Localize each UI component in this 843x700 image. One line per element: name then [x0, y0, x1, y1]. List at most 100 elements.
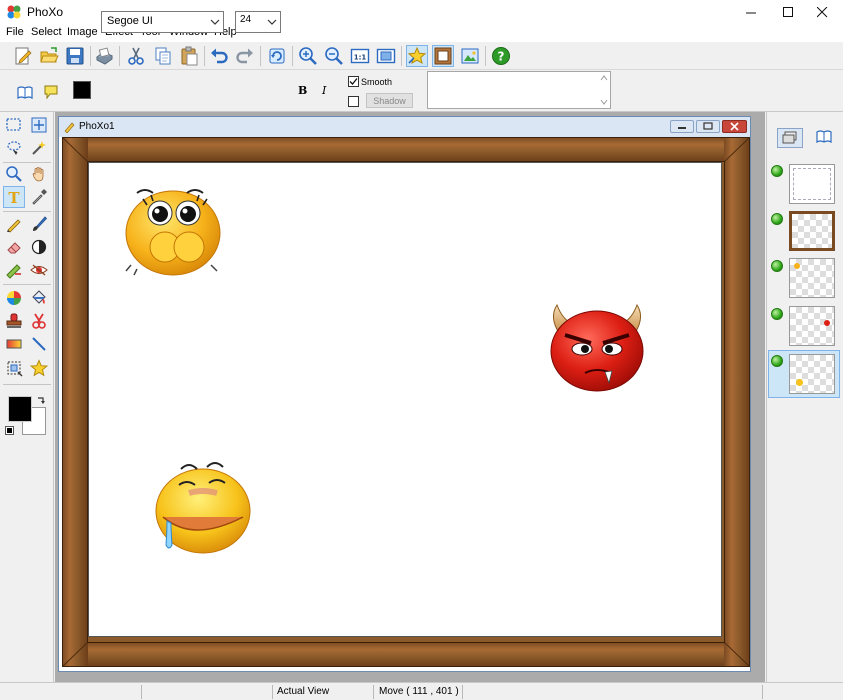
text-tool[interactable]: T: [3, 186, 25, 208]
close-button[interactable]: [802, 0, 843, 24]
shadow-checkbox[interactable]: [348, 96, 359, 107]
text-input-area[interactable]: [427, 71, 611, 109]
red-eye-tool[interactable]: [28, 259, 50, 281]
doc-restore-button[interactable]: [696, 120, 720, 133]
toolbar-separator: [401, 46, 402, 66]
font-family-value: Segoe UI: [107, 15, 153, 27]
minimize-icon: [678, 127, 686, 129]
reset-colors-icon[interactable]: [5, 426, 14, 435]
eraser-tool[interactable]: [3, 236, 25, 258]
menu-select[interactable]: Select: [31, 26, 62, 38]
font-family-select[interactable]: Segoe UI: [101, 11, 224, 33]
actual-size-button[interactable]: 1:1: [349, 45, 371, 67]
foreground-color-swatch[interactable]: [8, 396, 32, 422]
layer-visibility-toggle[interactable]: [771, 355, 783, 367]
undo-button[interactable]: [208, 45, 230, 67]
scan-button[interactable]: [93, 45, 115, 67]
move-tool[interactable]: [28, 114, 50, 136]
palette-separator: [3, 384, 51, 385]
line-tool[interactable]: [28, 333, 50, 355]
open-button[interactable]: [38, 45, 60, 67]
layer-thumbnail-background[interactable]: [789, 164, 835, 204]
paste-button[interactable]: [178, 45, 200, 67]
toolbar-separator: [485, 46, 486, 66]
layer-thumbnail-shy[interactable]: [789, 258, 835, 298]
export-button[interactable]: [459, 45, 481, 67]
cut-button[interactable]: [125, 45, 147, 67]
bold-button[interactable]: B: [298, 84, 307, 97]
layers-tab[interactable]: [777, 128, 803, 148]
layer-visibility-toggle[interactable]: [771, 260, 783, 272]
doc-close-button[interactable]: [722, 120, 747, 133]
copy-button[interactable]: [152, 45, 174, 67]
star-effect-button[interactable]: [406, 45, 428, 67]
menu-file[interactable]: File: [6, 26, 24, 38]
menu-image[interactable]: Image: [67, 26, 98, 38]
gradient-tool[interactable]: [3, 333, 25, 355]
fill-tool[interactable]: [28, 287, 50, 309]
fit-window-button[interactable]: [375, 45, 397, 67]
svg-text:T: T: [8, 189, 20, 206]
color-replace-tool[interactable]: [3, 287, 25, 309]
scroll-up-icon[interactable]: [600, 74, 608, 82]
layer-visibility-toggle[interactable]: [771, 213, 783, 225]
zoom-in-button[interactable]: [297, 45, 319, 67]
brush-tool[interactable]: [28, 213, 50, 235]
eyedropper-tool[interactable]: [28, 186, 50, 208]
undo-icon: [211, 48, 228, 64]
layer-visibility-toggle[interactable]: [771, 308, 783, 320]
transform-icon: [7, 361, 23, 377]
contrast-tool[interactable]: [28, 236, 50, 258]
font-size-select[interactable]: 24: [235, 11, 281, 33]
scissors-tool[interactable]: [28, 310, 50, 332]
smooth-checkbox[interactable]: [348, 76, 359, 87]
doc-minimize-button[interactable]: [670, 120, 694, 133]
eraser-icon: [7, 242, 21, 254]
text-book-button[interactable]: [14, 82, 36, 104]
frame-button[interactable]: [432, 45, 454, 67]
new-icon: [15, 47, 32, 65]
italic-button[interactable]: I: [322, 84, 326, 97]
layer-thumbnail-frame[interactable]: [789, 211, 835, 251]
star-icon: [30, 359, 48, 377]
help-button[interactable]: ?: [490, 45, 512, 67]
svg-text:?: ?: [498, 50, 505, 64]
history-tab[interactable]: [812, 128, 836, 148]
zoom-out-button[interactable]: [323, 45, 345, 67]
clone-tool[interactable]: [3, 259, 25, 281]
font-size-value: 24: [240, 14, 252, 25]
text-icon: T: [8, 189, 20, 206]
refresh-button[interactable]: [266, 45, 288, 67]
close-icon: [730, 122, 739, 131]
speech-balloon-button[interactable]: [40, 81, 62, 103]
layer-visibility-toggle[interactable]: [771, 165, 783, 177]
status-position: Move ( 111 , 401 ): [379, 686, 459, 697]
shadow-button[interactable]: Shadow: [366, 93, 413, 108]
shape-tool[interactable]: [28, 357, 50, 379]
open-icon: [40, 47, 59, 63]
text-color-swatch[interactable]: [73, 81, 91, 99]
pencil-tool[interactable]: [3, 213, 25, 235]
new-button[interactable]: [12, 45, 34, 67]
image-canvas[interactable]: [88, 162, 722, 637]
magic-wand-tool[interactable]: [28, 137, 50, 159]
stamp-tool[interactable]: [3, 310, 25, 332]
lasso-tool[interactable]: [3, 137, 25, 159]
rect-select-tool[interactable]: [3, 114, 25, 136]
layer-thumb-content: [796, 379, 803, 386]
gradient-icon: [6, 339, 22, 349]
layer-thumbnail-drooling[interactable]: [789, 354, 835, 394]
export-icon: [461, 48, 479, 64]
scroll-down-icon[interactable]: [600, 98, 608, 106]
save-button[interactable]: [64, 45, 86, 67]
layer-thumbnail-devil[interactable]: [789, 306, 835, 346]
transform-tool[interactable]: [3, 357, 25, 379]
zoom-tool[interactable]: [3, 163, 25, 185]
zoom-out-icon: [325, 47, 343, 65]
redo-button[interactable]: [234, 45, 256, 67]
palette-separator: [3, 211, 51, 212]
swap-colors-icon[interactable]: [37, 396, 46, 405]
copy-icon: [155, 47, 171, 65]
paste-icon: [181, 46, 198, 66]
hand-tool[interactable]: [28, 163, 50, 185]
